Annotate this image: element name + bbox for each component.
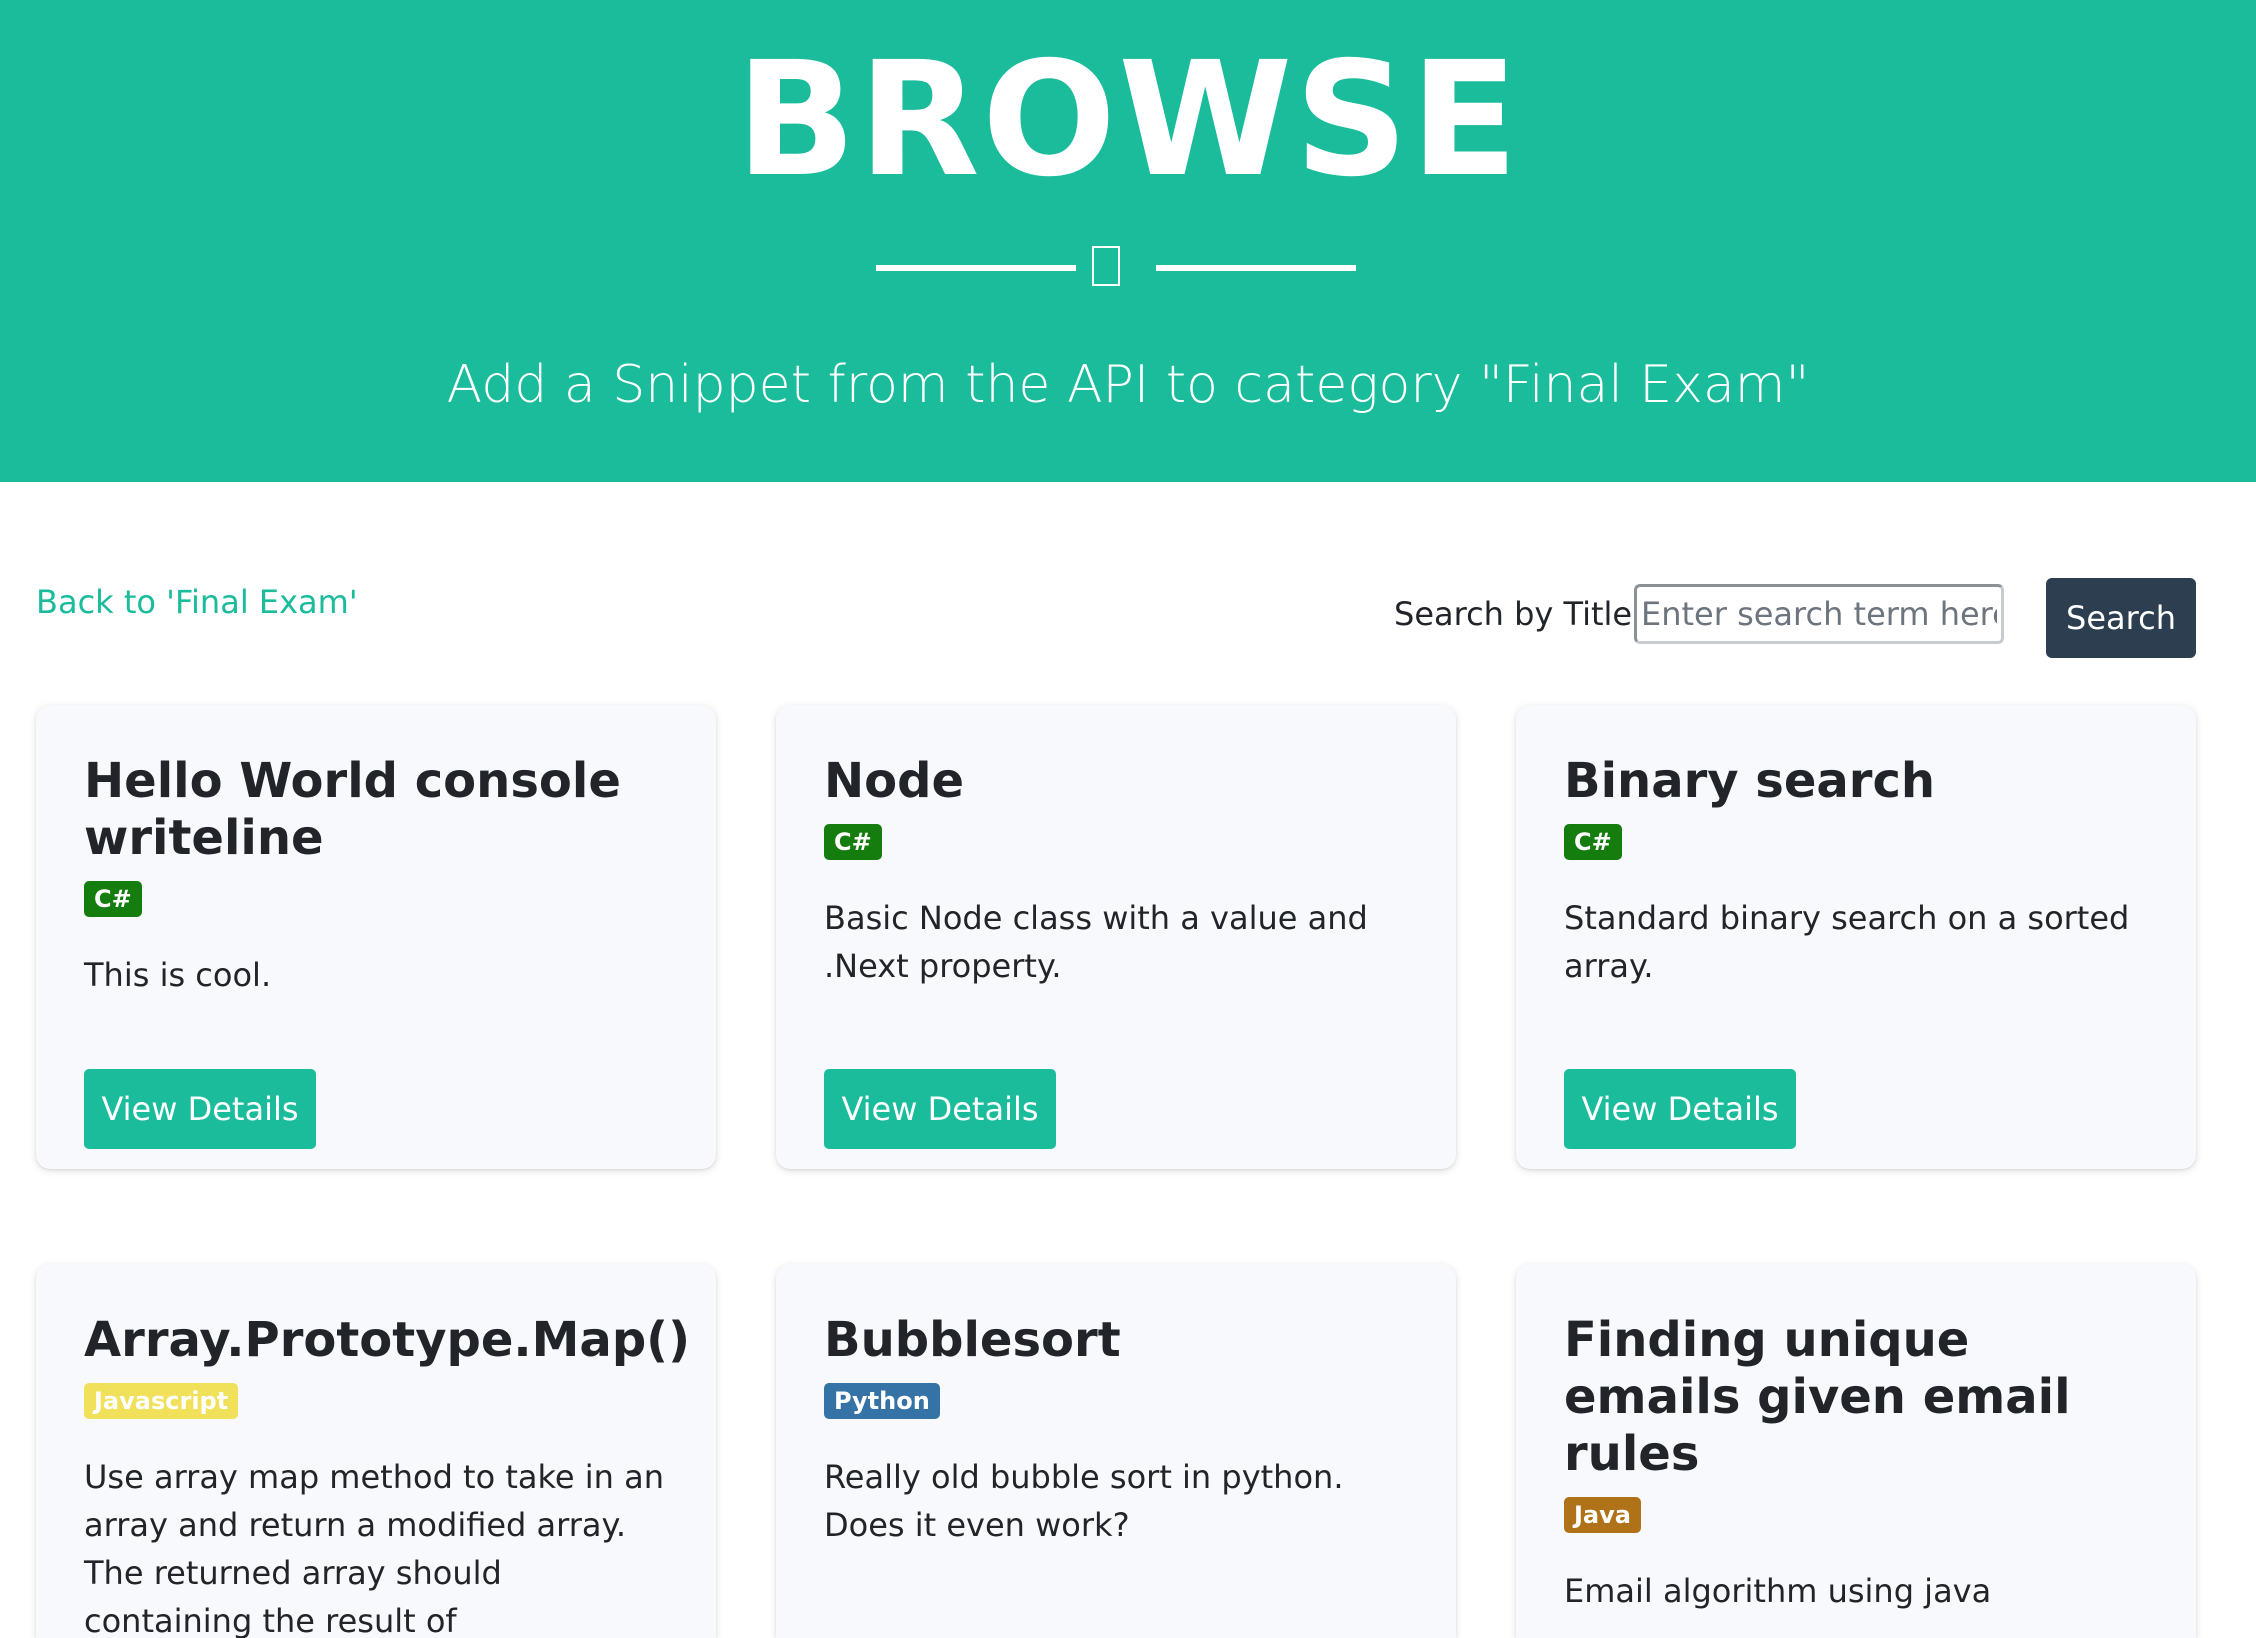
masthead: BROWSE Add a Snippet from the API to cat… [0, 0, 2256, 482]
snippet-card: Hello World console writeline C# This is… [36, 705, 716, 1169]
divider-line [1156, 265, 1356, 271]
snippet-title: Hello World console writeline [84, 753, 621, 866]
snippet-card: Bubblesort Python Really old bubble sort… [776, 1264, 1456, 1638]
snippet-title: Bubblesort [824, 1312, 1121, 1368]
snippet-title: Node [824, 753, 965, 809]
snippet-card: Node C# Basic Node class with a value an… [776, 705, 1456, 1169]
snippet-description: Use array map method to take in an array… [84, 1458, 664, 1638]
divider-line [876, 265, 1076, 271]
snippet-description: This is cool. [84, 956, 272, 994]
snippet-description: Basic Node class with a value and .Next … [824, 899, 1368, 985]
view-details-button[interactable]: View Details [824, 1069, 1056, 1149]
language-badge: Python [824, 1383, 940, 1419]
snippet-card: Array.Prototype.Map() Javascript Use arr… [36, 1264, 716, 1638]
search-label: Search by Title: [1394, 595, 1643, 633]
language-badge: C# [824, 824, 882, 860]
snippet-description: Email algorithm using java [1564, 1572, 1992, 1610]
back-to-category-link[interactable]: Back to 'Final Exam' [36, 580, 358, 624]
view-details-button[interactable]: View Details [1564, 1069, 1796, 1149]
snippet-title: Array.Prototype.Map() [84, 1312, 691, 1368]
divider [876, 246, 1356, 290]
page-title: BROWSE [735, 28, 1521, 212]
language-badge: C# [1564, 824, 1622, 860]
snippet-card: Binary search C# Standard binary search … [1516, 705, 2196, 1169]
snippet-description: Standard binary search on a sorted array… [1564, 899, 2130, 985]
search-button[interactable]: Search [2046, 578, 2196, 658]
search-input[interactable] [1634, 584, 2004, 644]
snippet-title: Binary search [1564, 753, 1936, 809]
language-badge: Java [1564, 1497, 1641, 1533]
language-badge: Javascript [84, 1383, 239, 1419]
snippet-card: Finding unique emails given email rules … [1516, 1264, 2196, 1638]
snippet-description: Really old bubble sort in python. Does i… [824, 1458, 1344, 1544]
page-subtitle: Add a Snippet from the API to category "… [446, 355, 1810, 415]
view-details-button[interactable]: View Details [84, 1069, 316, 1149]
snippet-title: Finding unique emails given email rules [1564, 1312, 2071, 1482]
missing-glyph-icon [1092, 246, 1120, 286]
language-badge: C# [84, 881, 142, 917]
